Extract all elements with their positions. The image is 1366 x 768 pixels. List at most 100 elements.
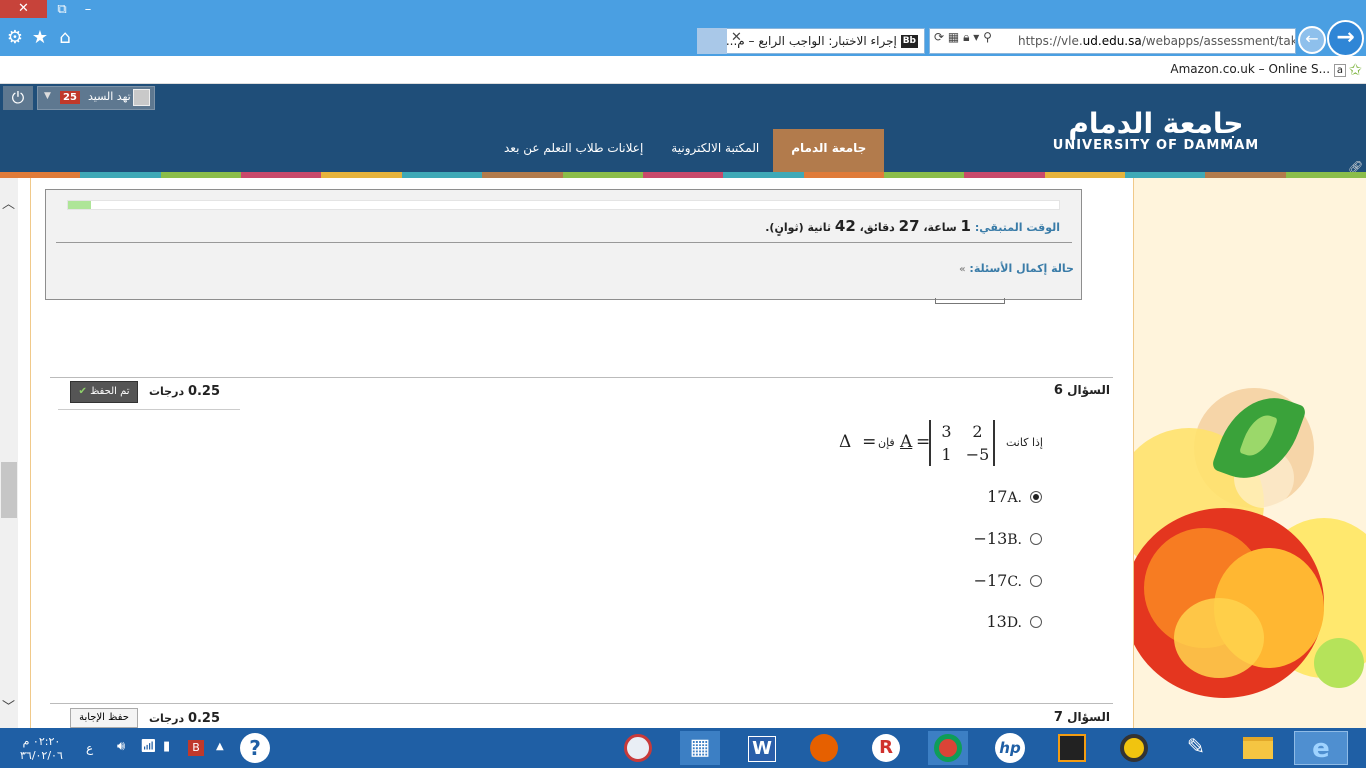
power-battery-icon[interactable]: ▮: [163, 739, 170, 754]
time-progress-fill: [68, 201, 91, 209]
back-button[interactable]: ←: [1298, 26, 1326, 54]
saved-button[interactable]: ✔ تم الحفظ: [70, 381, 138, 403]
save-answer-button[interactable]: حفظ الإجابة: [70, 708, 138, 728]
tab-close-icon[interactable]: ✕: [731, 30, 742, 45]
amazon-favicon-icon: a: [1333, 64, 1346, 77]
url-prefix: https://vle.: [1018, 34, 1083, 48]
show-hidden-icons-chevron-icon[interactable]: ▲: [216, 741, 224, 752]
taskbar-word-icon[interactable]: W: [742, 731, 782, 765]
network-signal-icon[interactable]: 📶︎: [140, 739, 157, 754]
question-points: 0.25 درجات: [149, 384, 220, 399]
previous-question-fragment: [935, 298, 1005, 304]
favorites-item-amazon[interactable]: Amazon.co.uk – Online S... a: [1170, 62, 1346, 77]
user-menu-chevron-icon[interactable]: ▼: [44, 91, 51, 101]
vertical-scrollbar[interactable]: [0, 178, 18, 728]
refresh-icon[interactable]: ⟳: [934, 30, 944, 44]
tab-university[interactable]: جامعة الدمام: [773, 129, 885, 177]
matrix-a: 3 2 1 −5: [929, 420, 995, 466]
option-value: −13: [973, 529, 1008, 548]
question-number: 6: [1053, 383, 1063, 398]
taskbar-calculator-icon[interactable]: ▦: [680, 731, 720, 765]
taskbar-photo-app-icon[interactable]: [1052, 731, 1092, 765]
question-points: 0.25 درجات: [149, 711, 220, 726]
window-titlebar: [0, 0, 1366, 20]
taskbar-app-swirl-icon[interactable]: [618, 731, 658, 765]
browser-tab-title: إجراء الاختبار: الواجب الرابع – م...: [725, 34, 897, 48]
site-nav-tabs: جامعة الدمام المكتبة الالكترونية إعلانات…: [490, 129, 885, 177]
option-d-radio[interactable]: [1030, 615, 1042, 628]
user-name[interactable]: تهد السيد: [88, 90, 131, 103]
scroll-up-icon[interactable]: ︿: [2, 193, 15, 212]
scrollbar-thumb[interactable]: [1, 462, 17, 518]
add-favorite-star-icon[interactable]: ✩: [1349, 60, 1362, 79]
university-logo[interactable]: جامعة الدمام: [1050, 108, 1262, 140]
option-letter: D.: [1006, 615, 1022, 631]
address-controls: ⟳ ▦ 🔒︎ ▾ ⚲: [934, 30, 992, 45]
matrix-cell: 3: [941, 422, 952, 441]
tab-elibrary[interactable]: المكتبة الالكترونية: [657, 129, 773, 177]
volume-icon[interactable]: 🔊︎: [117, 739, 125, 754]
taskbar-file-explorer-icon[interactable]: [1238, 731, 1278, 765]
new-tab-button[interactable]: [697, 28, 727, 54]
help-icon[interactable]: ?: [240, 733, 270, 763]
taskbar-hp-icon[interactable]: hp: [990, 731, 1030, 765]
answer-option-d[interactable]: 13D.: [986, 612, 1042, 631]
favorites-star-icon[interactable]: ★: [29, 27, 51, 49]
completion-status-label: حالة إكمال الأسئلة:: [969, 262, 1074, 275]
taskbar-media-player-icon[interactable]: [1114, 731, 1154, 765]
timer-seconds: 42: [834, 217, 856, 235]
time-remaining: الوقت المتبقي: 1 ساعة، 27 دقائق، 42 ثاني…: [765, 217, 1060, 235]
search-icon[interactable]: ⚲: [983, 30, 992, 44]
taskbar-tools-icon[interactable]: ✎: [1176, 731, 1216, 765]
option-letter: C.: [1007, 574, 1022, 590]
dropdown-chevron-icon[interactable]: ▾: [973, 30, 979, 44]
expand-chevron-icon[interactable]: »: [959, 264, 965, 275]
settings-gear-icon[interactable]: ⚙: [4, 27, 26, 49]
blackboard-favicon-icon: Bb: [900, 35, 918, 48]
question-completion-status-toggle[interactable]: حالة إكمال الأسئلة: »: [959, 262, 1074, 275]
clock-date: ٣٦/٠٢/٠٦: [20, 749, 63, 762]
matrix-cell: −5: [965, 445, 990, 464]
question-prompt-then: فإن: [878, 436, 895, 449]
tray-app-icon[interactable]: B: [188, 740, 204, 756]
favorites-bar: [0, 56, 1366, 84]
timer-label: الوقت المتبقي:: [974, 221, 1060, 234]
taskbar-chrome-icon[interactable]: [928, 731, 968, 765]
matrix-cell: 1: [941, 445, 952, 464]
window-minimize-button[interactable]: –: [78, 1, 98, 19]
taskbar-app-r-icon[interactable]: R: [866, 731, 906, 765]
answer-option-c[interactable]: −17C.: [974, 571, 1042, 590]
tab-distance-learning-announcements[interactable]: إعلانات طلاب التعلم عن بعد: [490, 129, 657, 177]
notification-badge[interactable]: 25: [60, 91, 80, 104]
check-icon: ✔: [78, 386, 87, 397]
compat-view-icon[interactable]: ▦: [948, 30, 959, 44]
taskbar-internet-explorer-icon[interactable]: e: [1294, 731, 1348, 765]
option-a-radio[interactable]: [1030, 490, 1042, 503]
favorites-item-label: Amazon.co.uk – Online S...: [1170, 62, 1331, 76]
question-label: السؤال: [1067, 383, 1110, 397]
url-domain: ud.edu.sa: [1082, 34, 1142, 48]
matrix-cell: 2: [972, 422, 983, 441]
option-c-radio[interactable]: [1030, 574, 1042, 587]
answer-option-a[interactable]: 17A.: [987, 487, 1042, 506]
saved-label: تم الحفظ: [90, 386, 130, 397]
home-icon[interactable]: ⌂: [54, 27, 76, 49]
timer-minutes-unit: دقائق،: [859, 221, 895, 234]
system-clock[interactable]: ٠٢:٢٠ م ٣٦/٠٢/٠٦: [20, 735, 63, 763]
window-close-button[interactable]: ✕: [0, 0, 47, 18]
question-prompt-if: إذا كانت: [1006, 436, 1043, 449]
option-letter: B.: [1007, 532, 1022, 548]
option-b-radio[interactable]: [1030, 532, 1042, 545]
scroll-down-icon[interactable]: ﹀: [2, 696, 15, 715]
input-language[interactable]: ع: [86, 741, 93, 755]
answer-option-b[interactable]: −13B.: [973, 529, 1042, 548]
lock-icon[interactable]: 🔒︎: [963, 30, 969, 44]
taskbar-firefox-icon[interactable]: [804, 731, 844, 765]
time-progress-bar: [67, 200, 1060, 210]
points-value: 0.25: [187, 384, 221, 399]
logout-power-icon[interactable]: ⏻: [3, 86, 33, 110]
window-restore-button[interactable]: ⧉: [52, 1, 72, 19]
question-label: السؤال: [1067, 710, 1110, 724]
forward-button[interactable]: →: [1327, 20, 1364, 57]
option-letter: A.: [1007, 490, 1022, 506]
